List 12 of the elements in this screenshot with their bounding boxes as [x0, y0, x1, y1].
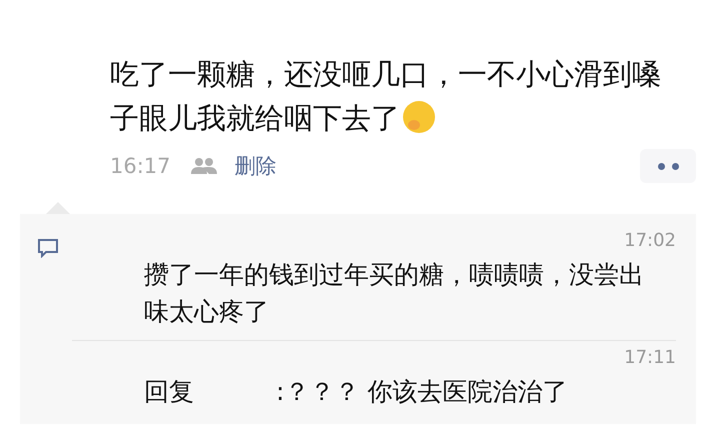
reply-label: 回复 — [144, 377, 194, 406]
more-button[interactable] — [640, 149, 696, 183]
post-time: 16:17 — [110, 154, 171, 178]
comment-icon — [37, 238, 59, 258]
friends-icon — [190, 157, 217, 175]
comment-text: :？？？ 你该去医院治治了 — [276, 377, 568, 406]
comment-time: 17:02 — [623, 229, 676, 253]
delete-link[interactable]: 删除 — [234, 152, 277, 180]
post-text: 吃了一颗糖，还没咂几口，一不小心滑到嗓子眼儿我就给咽下去了 — [110, 56, 662, 137]
emoji-icon — [402, 100, 436, 134]
comment-time: 17:11 — [623, 346, 676, 370]
comment-text: 攒了一年的钱到过年买的糖，啧啧啧，没尝出味太心疼了 — [144, 259, 645, 328]
